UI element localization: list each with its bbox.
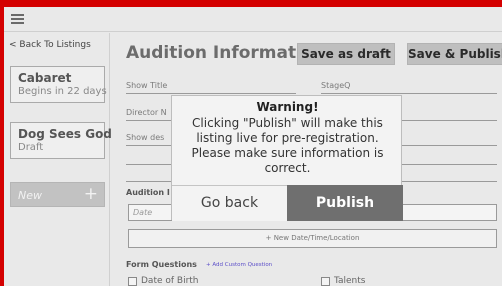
audition-info-label: Audition I <box>126 188 170 197</box>
warning-dialog: Warning! Clicking "Publish" will make th… <box>171 95 403 221</box>
date-of-birth-checkbox[interactable] <box>128 277 137 286</box>
save-and-publish-button[interactable]: Save & Publish <box>407 43 502 65</box>
listing-card-cabaret[interactable]: Cabaret Begins in 22 days <box>10 66 107 103</box>
listing-title: Cabaret <box>18 71 72 85</box>
hamburger-menu-icon[interactable] <box>11 14 24 24</box>
save-as-draft-button[interactable]: Save as draft <box>297 43 395 65</box>
listing-subtitle: Draft <box>18 142 44 153</box>
sidebar: < Back To Listings Cabaret Begins in 22 … <box>4 33 112 286</box>
stage-field[interactable] <box>321 93 497 94</box>
show-title-label: Show Title <box>126 81 168 90</box>
listing-card-dog-sees-god[interactable]: Dog Sees God Draft <box>10 122 112 159</box>
date-placeholder: Date <box>133 208 153 217</box>
date-of-birth-label: Date of Birth <box>141 276 199 286</box>
go-back-button[interactable]: Go back <box>172 185 287 221</box>
top-bar <box>4 7 502 32</box>
talents-label: Talents <box>334 276 366 286</box>
back-to-listings-link[interactable]: < Back To Listings <box>9 40 91 50</box>
new-date-time-location-button[interactable]: + New Date/Time/Location <box>128 229 497 248</box>
add-custom-question-link[interactable]: + Add Custom Question <box>206 262 272 268</box>
publish-button[interactable]: Publish <box>287 185 403 221</box>
listing-title: Dog Sees God <box>18 127 112 141</box>
page-title: Audition Information <box>126 43 326 63</box>
new-listing-button[interactable]: New + <box>10 182 105 207</box>
dialog-title: Warning! <box>256 100 319 114</box>
form-questions-label: Form Questions <box>126 260 197 269</box>
plus-icon: + <box>83 184 98 204</box>
app-window: < Back To Listings Cabaret Begins in 22 … <box>4 7 502 286</box>
dialog-message: Clicking "Publish" will make this listin… <box>191 116 384 175</box>
stage-label: StageQ <box>321 81 351 90</box>
listing-subtitle: Begins in 22 days <box>18 86 107 97</box>
director-label: Director N <box>126 108 167 117</box>
talents-checkbox[interactable] <box>321 277 330 286</box>
show-title-field[interactable] <box>126 93 296 94</box>
new-listing-label: New <box>18 189 42 202</box>
show-description-label: Show des <box>126 133 165 142</box>
